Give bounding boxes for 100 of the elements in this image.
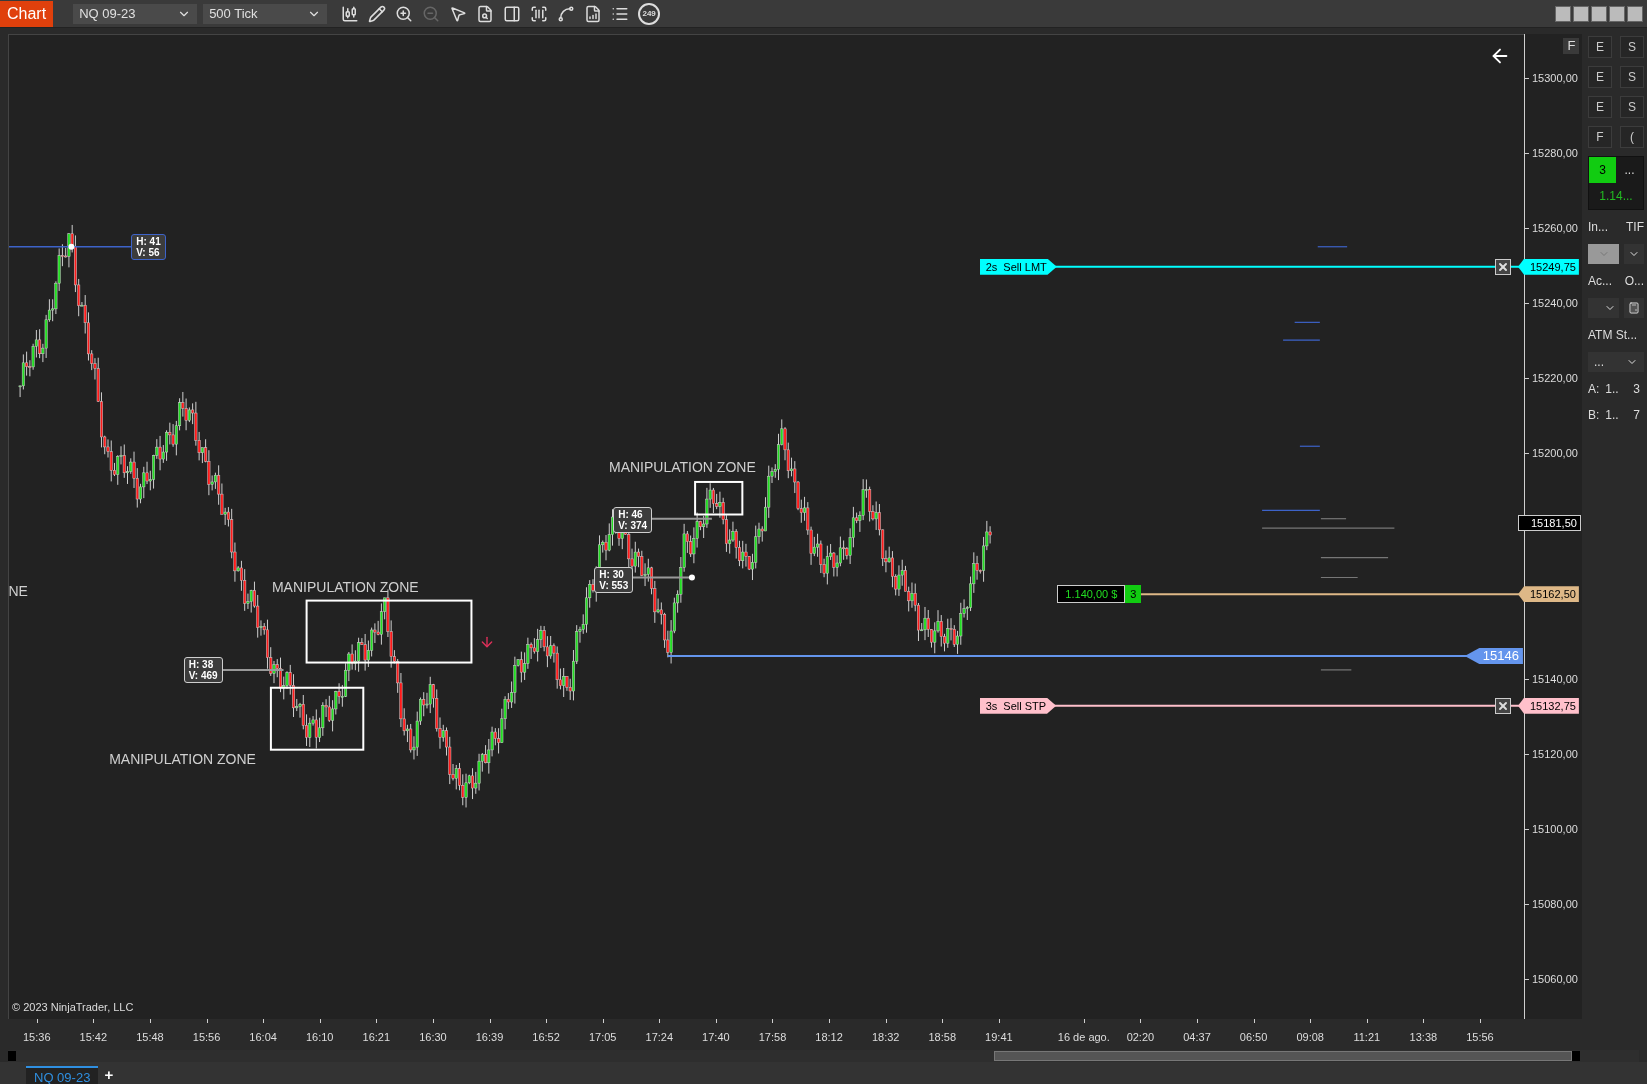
- time-tick-label: 16:21: [362, 1030, 391, 1045]
- chart-tab[interactable]: NQ 09-23: [26, 1066, 99, 1084]
- time-tick-label: 18:32: [871, 1030, 900, 1045]
- price-tick-label: 15220,00: [1532, 371, 1578, 387]
- atm-select[interactable]: ...: [1588, 352, 1644, 372]
- minimize-icon[interactable]: [1591, 5, 1607, 22]
- panel-button[interactable]: S: [1620, 96, 1644, 118]
- time-tick-label: 16:52: [532, 1030, 560, 1045]
- price-tick-label: 15060,00: [1532, 971, 1578, 987]
- time-tick-label: 15:48: [136, 1030, 164, 1045]
- zone-label: MANIPULATION ZONE: [609, 457, 756, 477]
- panel-button[interactable]: F: [1588, 126, 1612, 148]
- price-tick-label: 15140,00: [1532, 671, 1578, 687]
- time-tick-label: 19:41: [985, 1030, 1013, 1045]
- time-tick-label: 06:50: [1239, 1030, 1268, 1045]
- calculator-button[interactable]: [1624, 298, 1644, 318]
- tif-select[interactable]: [1624, 244, 1644, 264]
- quote-text: B:: [1588, 407, 1600, 424]
- field-label: In...: [1588, 219, 1608, 236]
- panel-button[interactable]: E: [1588, 66, 1612, 88]
- price-tick-label: 15260,00: [1532, 220, 1578, 236]
- zone-label: MANIPULATION ZONE: [271, 577, 419, 597]
- time-tick-label: 17:58: [758, 1030, 787, 1045]
- price-tick-label: 15300,00: [1532, 70, 1578, 86]
- line-points-icon[interactable]: [557, 4, 576, 23]
- account-select[interactable]: [1588, 298, 1619, 318]
- price-tick-label: 15280,00: [1532, 145, 1578, 161]
- time-tick-label: 15:36: [23, 1030, 51, 1045]
- more-button[interactable]: ...: [1616, 157, 1643, 183]
- info-line: H: 30: [599, 569, 625, 580]
- window-split-icon[interactable]: [1573, 5, 1589, 22]
- price-tick-label: 15120,00: [1532, 746, 1578, 762]
- panel-button[interactable]: (: [1620, 126, 1644, 148]
- quote-text: 7: [1633, 407, 1640, 424]
- position-pnl: 1.14...: [1598, 188, 1634, 205]
- info-line: V: 469: [188, 670, 218, 682]
- interval-dropdown[interactable]: 500 Tick: [203, 3, 328, 24]
- pencil-icon[interactable]: [368, 4, 387, 23]
- copyright-text: © 2023 NinjaTrader, LLC: [12, 999, 134, 1015]
- panel-icon[interactable]: [503, 4, 522, 23]
- candlestick-icon[interactable]: [341, 4, 360, 23]
- info-line: V: 553: [599, 580, 629, 591]
- time-tick-label: 15:56: [1466, 1030, 1494, 1045]
- quote-text: A:: [1588, 381, 1600, 398]
- time-tick-label: 09:08: [1296, 1030, 1324, 1045]
- scrollbar-thumb[interactable]: [994, 1051, 1572, 1061]
- panel-button[interactable]: S: [1620, 66, 1644, 88]
- time-tick-label: 17:40: [702, 1030, 730, 1045]
- info-line: V: 374: [618, 520, 648, 532]
- instrument-dropdown[interactable]: NQ 09-23: [73, 3, 198, 24]
- time-tick-label: 18:12: [815, 1030, 843, 1045]
- maximize-icon[interactable]: [1609, 5, 1625, 22]
- zone-label: NE: [8, 581, 28, 601]
- close-icon[interactable]: [1627, 5, 1643, 22]
- document-search-icon[interactable]: [476, 4, 495, 23]
- info-line: V: 56: [136, 247, 161, 259]
- zoom-in-icon[interactable]: [395, 4, 414, 23]
- panel-button[interactable]: E: [1588, 96, 1612, 118]
- time-tick-label: 16:30: [419, 1030, 447, 1045]
- time-tick-label: 17:24: [645, 1030, 674, 1045]
- time-tick-label: 02:20: [1126, 1030, 1155, 1045]
- panel-button[interactable]: S: [1620, 36, 1644, 58]
- zone-rectangle: [694, 480, 744, 516]
- quote-text: 1..: [1605, 381, 1619, 398]
- field-label: TIF: [1626, 219, 1644, 236]
- time-tick-label: 15:56: [192, 1030, 221, 1045]
- add-tab-button[interactable]: +: [98, 1066, 120, 1084]
- time-tick-label: 16 de ago.: [1057, 1030, 1110, 1045]
- time-tick-label: 18:58: [928, 1030, 957, 1045]
- info-line: H: 41: [136, 236, 161, 248]
- quote-text: 3: [1633, 381, 1640, 398]
- price-tick-label: 15240,00: [1532, 296, 1578, 311]
- position-pnl: 1.140,00 $: [1057, 585, 1126, 604]
- quote-text: 1..: [1605, 407, 1619, 424]
- price-tick-label: 15100,00: [1532, 821, 1578, 837]
- anchor-dot: [688, 574, 695, 581]
- time-tick-label: 17:05: [588, 1030, 617, 1045]
- time-tick-label: 16:39: [475, 1030, 504, 1045]
- position-quantity: 3: [1589, 157, 1616, 183]
- window-tile-icon[interactable]: [1555, 5, 1571, 22]
- calculator-icon: [1628, 302, 1640, 314]
- position-quantity: 3: [1125, 585, 1142, 604]
- info-line: H: 38: [188, 659, 215, 671]
- time-tick-label: 11:21: [1353, 1030, 1381, 1045]
- time-tick-label: 16:04: [249, 1030, 277, 1045]
- time-tick-label: 15:42: [79, 1030, 108, 1045]
- time-tick-label: 16:10: [305, 1030, 334, 1045]
- chart-label: Chart: [0, 0, 54, 27]
- zone-label: MANIPULATION ZONE: [109, 749, 256, 769]
- time-tick-label: 13:38: [1409, 1030, 1438, 1045]
- panel-button[interactable]: E: [1588, 36, 1612, 58]
- price-tick-label: 15200,00: [1532, 446, 1578, 462]
- field-label: O...: [1624, 273, 1644, 290]
- price-tick-label: 15080,00: [1532, 896, 1578, 912]
- pointer-icon[interactable]: [449, 4, 468, 23]
- bar-count-button[interactable]: 249: [638, 2, 661, 25]
- bars-bracket-icon[interactable]: [530, 4, 549, 23]
- price-marker: 15162,50: [1518, 586, 1579, 603]
- document-chart-icon[interactable]: [584, 4, 603, 23]
- time-tick-label: 04:37: [1183, 1030, 1211, 1045]
